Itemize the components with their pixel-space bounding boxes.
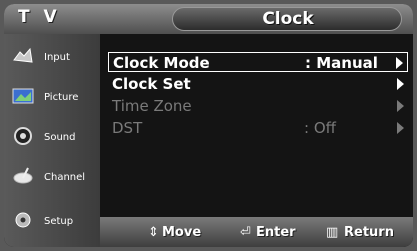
chevron-right-icon	[397, 100, 404, 112]
menu-row-time-zone[interactable]: Time Zone	[108, 96, 408, 116]
chevron-right-icon	[396, 57, 403, 69]
top-bar: T V Clock	[4, 4, 413, 34]
sidebar-item-sound[interactable]: Sound	[4, 118, 100, 158]
move-icon: ⇕	[148, 225, 159, 240]
menu-row-clock-mode[interactable]: Clock Mode : Manual	[108, 52, 408, 72]
picture-icon	[12, 88, 34, 104]
input-icon	[13, 47, 33, 63]
sidebar-item-input[interactable]: Input	[4, 38, 100, 78]
menu-row-label: Clock Set	[112, 75, 191, 93]
sidebar-item-label: Sound	[44, 132, 76, 143]
tv-osd-screen: T V Clock Input Picture Sound Channel Se…	[0, 0, 417, 251]
menu-row-label: Time Zone	[112, 97, 192, 115]
source-label: T V	[18, 7, 61, 27]
chevron-right-icon	[397, 78, 404, 90]
menu-list: Clock Mode : Manual Clock Set Time Zone …	[100, 34, 413, 217]
sidebar-item-label: Setup	[44, 216, 74, 227]
sidebar-item-label: Channel	[44, 172, 86, 183]
setup-icon	[15, 212, 31, 228]
page-title: Clock	[262, 9, 314, 29]
title-pill: Clock	[172, 7, 402, 31]
move-hint: Move	[162, 225, 202, 240]
channel-icon	[13, 167, 33, 184]
sidebar: Input Picture Sound Channel Setup	[4, 34, 100, 247]
enter-icon: ⏎	[240, 225, 251, 240]
sidebar-item-picture[interactable]: Picture	[4, 78, 100, 118]
sidebar-item-label: Picture	[44, 92, 79, 103]
menu-row-label: Clock Mode	[113, 54, 210, 72]
sound-icon	[14, 127, 32, 145]
sidebar-item-label: Input	[44, 52, 70, 63]
menu-row-dst[interactable]: DST : Off	[108, 118, 408, 138]
menu-row-value: : Off	[304, 119, 336, 137]
chevron-right-icon	[397, 122, 404, 134]
return-hint: Return	[344, 225, 394, 240]
menu-row-value: : Manual	[305, 54, 378, 72]
bottom-hint-bar: ⇕ Move ⏎ Enter ▥ Return	[100, 217, 413, 247]
menu-panel: T V Clock Input Picture Sound Channel Se…	[4, 4, 413, 247]
menu-row-clock-set[interactable]: Clock Set	[108, 74, 408, 94]
sidebar-item-setup[interactable]: Setup	[4, 202, 100, 242]
menu-row-label: DST	[112, 119, 143, 137]
enter-hint: Enter	[256, 225, 296, 240]
return-icon: ▥	[326, 225, 339, 240]
sidebar-item-channel[interactable]: Channel	[4, 158, 100, 198]
